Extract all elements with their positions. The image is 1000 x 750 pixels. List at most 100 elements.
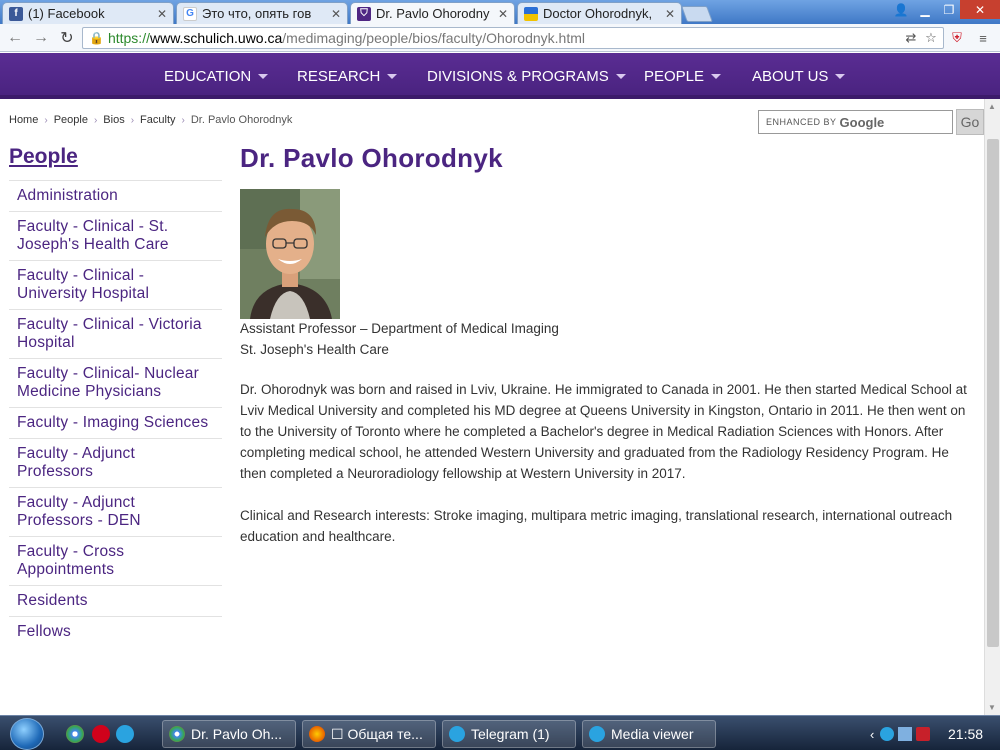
page-title: Dr. Pavlo Ohorodnyk <box>240 143 503 173</box>
scroll-down-icon[interactable]: ▼ <box>988 703 996 712</box>
bookmark-star-icon[interactable]: ☆ <box>922 29 940 47</box>
antivirus-icon[interactable] <box>916 727 931 741</box>
taskbar-label: Dr. Pavlo Oh... <box>191 726 283 742</box>
caret-down-icon <box>615 73 626 79</box>
network-icon[interactable] <box>898 727 913 741</box>
close-icon[interactable]: ✕ <box>665 7 675 21</box>
browser-tab-doctor[interactable]: Doctor Ohorodnyk, ✕ <box>517 2 682 24</box>
close-icon[interactable]: ✕ <box>498 7 508 21</box>
nav-people[interactable]: PEOPLE <box>644 53 722 99</box>
chrome-icon <box>169 726 185 742</box>
sidebar-item-administration[interactable]: Administration <box>9 180 222 211</box>
minimize-icon[interactable]: ▁ <box>912 0 938 19</box>
flag-icon <box>524 6 538 21</box>
sidebar-item-nuclear-medicine[interactable]: Faculty - Clinical- Nuclear Medicine Phy… <box>9 358 222 407</box>
new-tab-button[interactable] <box>681 6 713 22</box>
sidebar-item-clinical-st-josephs[interactable]: Faculty - Clinical - St. Joseph's Health… <box>9 211 222 260</box>
translate-icon[interactable]: ⇄ <box>902 29 920 47</box>
breadcrumb-current: Dr. Pavlo Ohorodnyk <box>190 114 293 126</box>
search-enhanced-label: ENHANCED BY <box>766 117 837 127</box>
url-host: www.schulich.uwo.ca <box>149 30 283 46</box>
telegram-icon[interactable] <box>116 725 134 743</box>
breadcrumb-people[interactable]: People <box>54 114 88 126</box>
site-navigation: EDUCATION RESEARCH DIVISIONS & PROGRAMS … <box>0 53 1000 99</box>
sidebar-title[interactable]: People <box>9 145 78 169</box>
browser-tab-strip: f (1) Facebook ✕ G Это что, опять гов ✕ … <box>0 0 1000 24</box>
sidebar-item-clinical-victoria-hospital[interactable]: Faculty - Clinical - Victoria Hospital <box>9 309 222 358</box>
chevron-right-icon: › <box>130 114 135 126</box>
start-button[interactable] <box>10 718 44 750</box>
profile-interests: Clinical and Research interests: Stroke … <box>240 508 953 544</box>
user-icon[interactable]: 👤 <box>888 0 914 19</box>
browser-toolbar: ← → ↻ 🔒 https:// www.schulich.uwo.ca /me… <box>0 24 1000 52</box>
back-icon[interactable]: ← <box>4 27 26 49</box>
url-path: /medimaging/people/bios/faculty/Ohorodny… <box>282 30 585 46</box>
taskbar-clock[interactable]: 21:58 <box>948 726 983 742</box>
western-crest-icon: ⛉ <box>357 6 371 21</box>
nav-label: ABOUT US <box>752 67 829 85</box>
page-scrollbar[interactable]: ▲ ▼ <box>984 99 1000 715</box>
scroll-thumb[interactable] <box>987 139 999 647</box>
breadcrumb-faculty[interactable]: Faculty <box>140 114 175 126</box>
nav-label: PEOPLE <box>644 67 705 85</box>
sidebar-item-cross-appointments[interactable]: Faculty - Cross Appointments <box>9 536 222 585</box>
sidebar-item-residents[interactable]: Residents <box>9 585 222 616</box>
search-go-button[interactable]: Go <box>956 109 984 135</box>
scroll-up-icon[interactable]: ▲ <box>988 102 996 111</box>
address-bar[interactable]: 🔒 https:// www.schulich.uwo.ca /medimagi… <box>82 27 944 49</box>
chevron-right-icon: › <box>93 114 98 126</box>
taskbar-telegram-window[interactable]: Telegram (1) <box>442 720 576 748</box>
forward-icon[interactable]: → <box>30 27 52 49</box>
tab-label: Doctor Ohorodnyk, <box>543 6 653 21</box>
caret-down-icon <box>258 73 269 79</box>
nav-divisions-programs[interactable]: DIVISIONS & PROGRAMS <box>427 53 626 99</box>
nav-label: EDUCATION <box>164 67 252 85</box>
taskbar-label: Media viewer <box>611 726 694 742</box>
breadcrumb-bios[interactable]: Bios <box>103 114 124 126</box>
caret-down-icon <box>387 73 398 79</box>
url-scheme: https:// <box>107 30 150 46</box>
search-input[interactable]: ENHANCED BY Google <box>758 110 953 134</box>
menu-icon[interactable]: ≡ <box>974 29 992 47</box>
nav-research[interactable]: RESEARCH <box>297 53 398 99</box>
breadcrumb-home[interactable]: Home <box>9 114 38 126</box>
window-close-icon[interactable]: ✕ <box>960 0 1000 19</box>
chevron-right-icon: › <box>44 114 48 126</box>
shield-icon[interactable]: ⛨ <box>948 29 966 47</box>
nav-about-us[interactable]: ABOUT US <box>752 53 846 99</box>
profile-bio: Dr. Ohorodnyk was born and raised in Lvi… <box>240 382 967 481</box>
taskbar-chrome-window[interactable]: Dr. Pavlo Oh... <box>162 720 296 748</box>
nav-education[interactable]: EDUCATION <box>164 53 269 99</box>
firefox-icon <box>309 726 325 742</box>
browser-tab-google[interactable]: G Это что, опять гов ✕ <box>176 2 348 24</box>
browser-tab-facebook[interactable]: f (1) Facebook ✕ <box>2 2 174 24</box>
profile-photo <box>240 189 340 319</box>
windows-taskbar: Dr. Pavlo Oh... ☐ Общая те... Telegram (… <box>0 715 1000 750</box>
close-icon[interactable]: ✕ <box>157 7 167 21</box>
google-logo: Google <box>839 114 885 130</box>
tray-expand-icon[interactable]: ‹ <box>870 727 874 742</box>
sidebar-item-fellows[interactable]: Fellows <box>9 616 222 647</box>
sidebar-item-clinical-university-hospital[interactable]: Faculty - Clinical - University Hospital <box>9 260 222 309</box>
close-icon[interactable]: ✕ <box>331 7 341 21</box>
restore-icon[interactable]: ❐ <box>936 0 962 19</box>
lock-icon: 🔒 <box>89 31 104 45</box>
taskbar-label: Telegram (1) <box>471 726 550 742</box>
tab-label: (1) Facebook <box>28 6 105 21</box>
reload-icon[interactable]: ↻ <box>56 27 78 49</box>
system-tray: ‹ <box>870 720 931 748</box>
telegram-icon[interactable] <box>880 727 895 741</box>
taskbar-media-viewer-window[interactable]: Media viewer <box>582 720 716 748</box>
sidebar-item-adjunct-professors[interactable]: Faculty - Adjunct Professors <box>9 438 222 487</box>
opera-icon[interactable] <box>92 725 110 743</box>
taskbar-firefox-window[interactable]: ☐ Общая те... <box>302 720 436 748</box>
browser-tab-profile[interactable]: ⛉ Dr. Pavlo Ohorodny ✕ <box>350 2 515 24</box>
tab-label: Dr. Pavlo Ohorodny <box>376 6 490 21</box>
chrome-icon[interactable] <box>66 725 84 743</box>
google-icon: G <box>183 6 197 21</box>
sidebar-item-imaging-sciences[interactable]: Faculty - Imaging Sciences <box>9 407 222 438</box>
sidebar-item-adjunct-professors-den[interactable]: Faculty - Adjunct Professors - DEN <box>9 487 222 536</box>
tab-label: Это что, опять гов <box>202 6 312 21</box>
nav-label: RESEARCH <box>297 67 381 85</box>
telegram-icon <box>449 726 465 742</box>
